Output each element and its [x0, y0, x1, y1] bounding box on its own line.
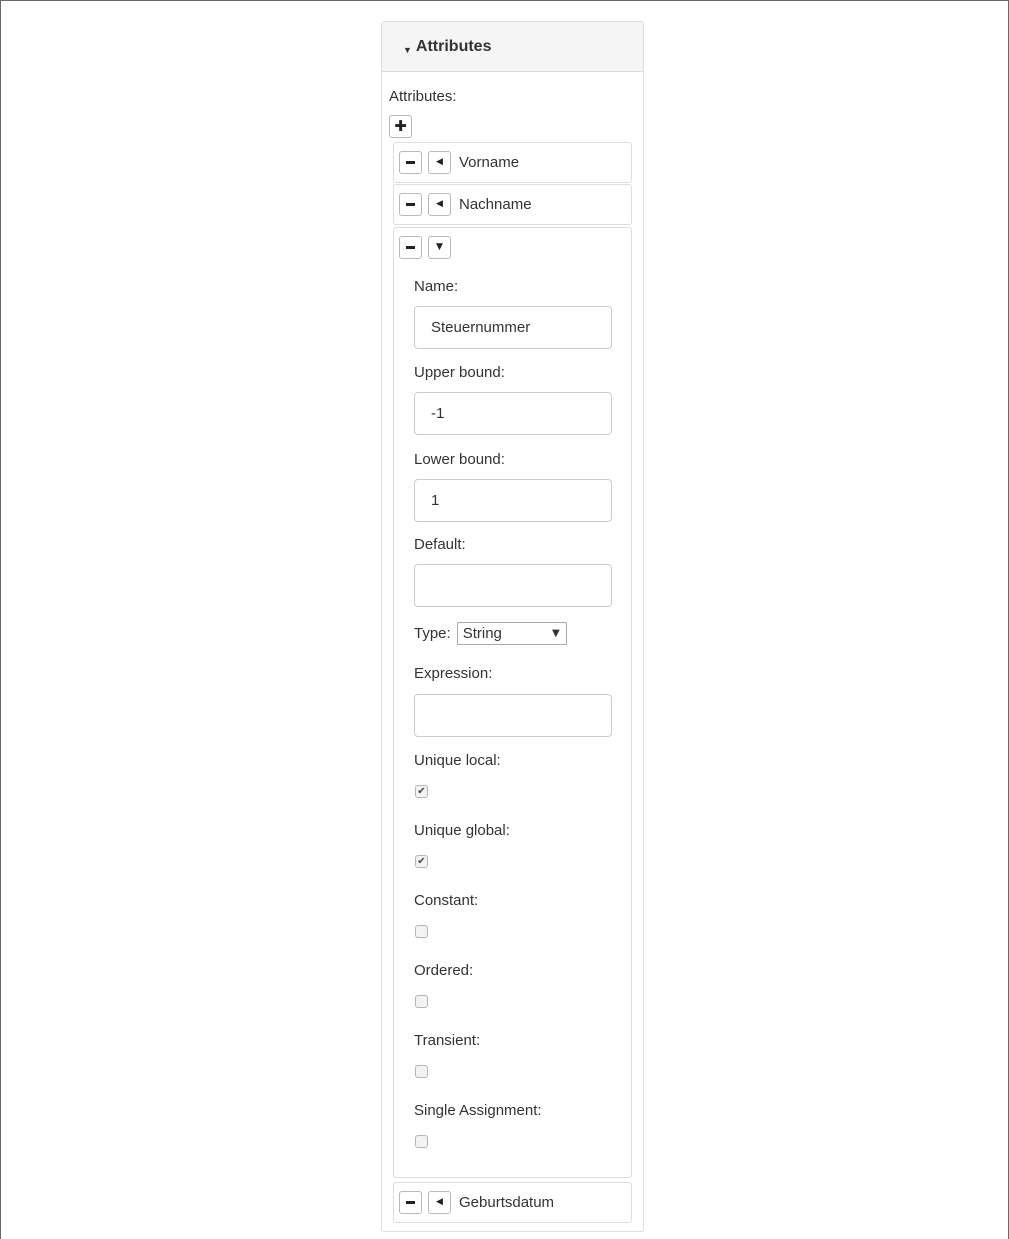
- attributes-label: Attributes:: [389, 88, 457, 105]
- default-label: Default:: [414, 536, 466, 553]
- remove-attribute-button[interactable]: [399, 193, 422, 216]
- remove-attribute-button[interactable]: [399, 235, 422, 259]
- attribute-name: Vorname: [459, 154, 520, 171]
- type-select[interactable]: String ▼: [456, 622, 567, 645]
- transient-checkbox[interactable]: [415, 1065, 428, 1078]
- unique-global-checkbox[interactable]: ✔: [415, 855, 428, 868]
- expand-attribute-button[interactable]: ◀: [428, 193, 451, 216]
- panel-heading-toggle[interactable]: ▼ Attributes: [382, 22, 643, 72]
- remove-attribute-button[interactable]: [399, 1191, 422, 1214]
- plus-icon: ✚: [394, 117, 407, 135]
- triangle-left-icon: ◀: [436, 199, 443, 209]
- type-label: Type:: [414, 625, 451, 642]
- attributes-panel: ▼ Attributes Attributes: ✚ ◀ Vorname ◀ N…: [381, 21, 644, 1232]
- type-select-value: String: [462, 625, 502, 642]
- attribute-name: Nachname: [459, 196, 532, 213]
- caret-down-icon: ▼: [403, 44, 412, 55]
- lower-bound-input[interactable]: [414, 479, 612, 522]
- panel-title: Attributes: [415, 37, 492, 55]
- default-input[interactable]: [414, 564, 612, 607]
- single-assignment-label: Single Assignment:: [414, 1102, 542, 1119]
- lower-bound-label: Lower bound:: [414, 451, 505, 468]
- attribute-item-geburtsdatum: ◀ Geburtsdatum: [393, 1182, 632, 1223]
- collapse-attribute-button[interactable]: ▼: [428, 235, 451, 259]
- upper-bound-label: Upper bound:: [414, 364, 505, 381]
- dropdown-arrow-icon: ▼: [551, 628, 560, 639]
- attribute-item-vorname: ◀ Vorname: [393, 142, 632, 183]
- type-row: Type: String ▼: [414, 622, 567, 645]
- name-label: Name:: [414, 278, 459, 295]
- expand-attribute-button[interactable]: ◀: [428, 151, 451, 174]
- attribute-item-nachname: ◀ Nachname: [393, 184, 632, 225]
- expand-attribute-button[interactable]: ◀: [428, 1191, 451, 1214]
- triangle-down-icon: ▼: [436, 241, 443, 252]
- triangle-left-icon: ◀: [436, 1197, 443, 1207]
- name-input[interactable]: [414, 306, 612, 349]
- attribute-item-expanded: ▼ Name: Upper bound: Lower bound: Defaul…: [393, 227, 632, 1178]
- unique-local-checkbox[interactable]: ✔: [415, 785, 428, 798]
- attribute-name: Geburtsdatum: [459, 1194, 555, 1211]
- expression-input[interactable]: [414, 694, 612, 737]
- single-assignment-checkbox[interactable]: [415, 1135, 428, 1148]
- constant-label: Constant:: [414, 892, 479, 909]
- minus-icon: [406, 161, 415, 164]
- remove-attribute-button[interactable]: [399, 151, 422, 174]
- triangle-left-icon: ◀: [436, 157, 443, 167]
- unique-global-label: Unique global:: [414, 822, 510, 839]
- minus-icon: [406, 245, 415, 249]
- minus-icon: [406, 203, 415, 206]
- ordered-checkbox[interactable]: [415, 995, 428, 1008]
- transient-label: Transient:: [414, 1032, 481, 1049]
- ordered-label: Ordered:: [414, 962, 474, 979]
- minus-icon: [406, 1201, 415, 1204]
- upper-bound-input[interactable]: [414, 392, 612, 435]
- constant-checkbox[interactable]: [415, 925, 428, 938]
- add-attribute-button[interactable]: ✚: [389, 115, 412, 138]
- unique-local-label: Unique local:: [414, 752, 501, 769]
- expression-label: Expression:: [414, 665, 493, 682]
